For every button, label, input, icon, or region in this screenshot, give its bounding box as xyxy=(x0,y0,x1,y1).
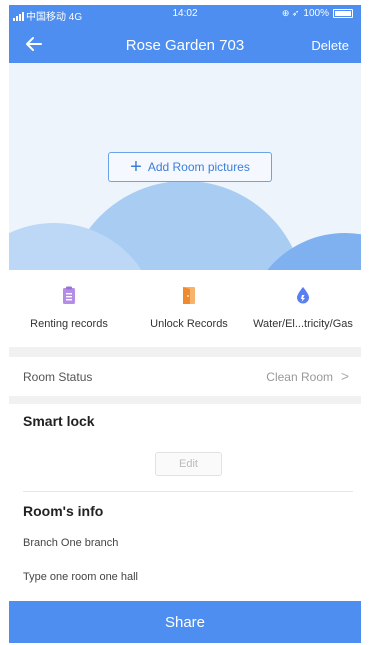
branch-label: Branch xyxy=(23,537,58,549)
room-info-title: Room's info xyxy=(23,503,104,519)
section-separator xyxy=(9,396,361,404)
renting-records-button[interactable]: Renting records xyxy=(17,275,121,330)
app-screen: 中国移动 4G 14:02 ⊕ ➶ 100% Rose Garden 703 D… xyxy=(9,5,361,643)
unlock-records-button[interactable]: Unlock Records xyxy=(137,275,241,330)
utilities-button[interactable]: Water/El...tricity/Gas xyxy=(245,275,361,330)
nav-bar: Rose Garden 703 Delete xyxy=(9,27,361,63)
door-icon xyxy=(183,287,195,304)
edit-button[interactable]: Edit xyxy=(155,452,222,476)
branch-row: Branch One branch xyxy=(23,537,118,549)
clipboard-icon xyxy=(63,286,75,304)
drop-icon xyxy=(297,287,309,304)
branch-value: One branch xyxy=(60,537,119,549)
battery-percent: 100% xyxy=(303,8,329,19)
smart-lock-title: Smart lock xyxy=(23,413,95,429)
room-status-label: Room Status xyxy=(23,370,93,384)
chevron-right-icon: > xyxy=(340,368,349,384)
delete-button[interactable]: Delete xyxy=(311,38,349,53)
feature-label: Water/El...tricity/Gas xyxy=(253,318,353,330)
page-title: Rose Garden 703 xyxy=(125,37,245,54)
location-icon: ⊕ ➶ xyxy=(281,8,300,18)
type-row: Type one room one hall xyxy=(23,571,138,583)
plus-icon: + xyxy=(130,156,142,178)
feature-label: Renting records xyxy=(30,318,108,330)
battery-icon xyxy=(333,9,353,18)
room-picture-area: + Add Room pictures xyxy=(9,63,361,270)
section-separator xyxy=(9,347,361,357)
divider xyxy=(23,491,353,492)
type-value: one room one hall xyxy=(49,571,138,583)
feature-label: Unlock Records xyxy=(150,318,228,330)
room-status-row[interactable]: Room Status Clean Room > xyxy=(9,358,361,396)
add-room-pictures-label: Add Room pictures xyxy=(147,160,250,174)
status-bar: 中国移动 4G 14:02 ⊕ ➶ 100% xyxy=(9,5,361,23)
share-button[interactable]: Share xyxy=(9,601,361,643)
type-label: Type xyxy=(23,571,47,583)
status-right: ⊕ ➶ 100% xyxy=(282,8,353,19)
feature-shortcuts: Renting records Unlock Records Water/El.… xyxy=(9,275,361,345)
add-room-pictures-button[interactable]: + Add Room pictures xyxy=(108,152,272,182)
room-status-value: Clean Room xyxy=(266,370,333,384)
top-bar: 中国移动 4G 14:02 ⊕ ➶ 100% Rose Garden 703 D… xyxy=(9,5,361,63)
